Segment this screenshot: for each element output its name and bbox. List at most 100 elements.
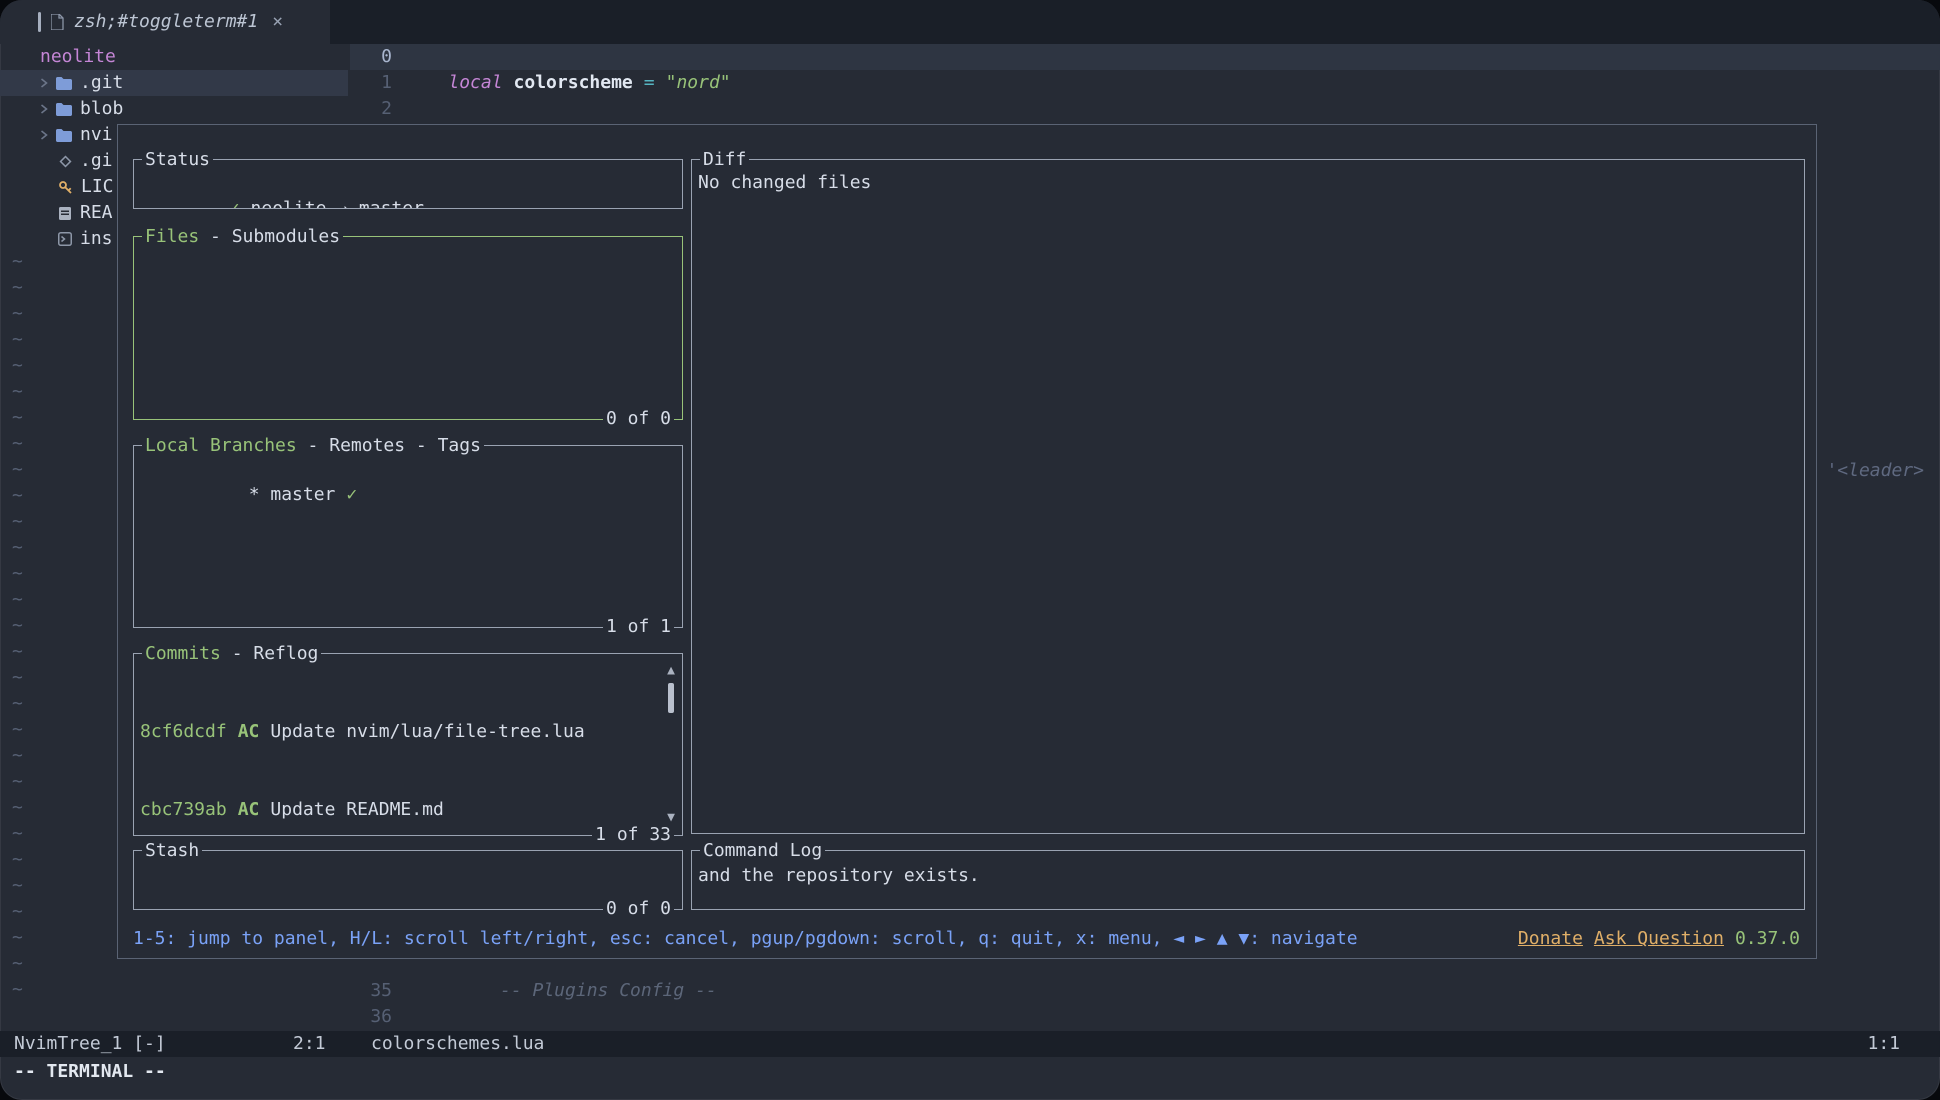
keybinding-help-bar: 1-5: jump to panel, H/L: scroll left/rig… (133, 926, 1800, 952)
version-label: 0.37.0 (1735, 926, 1800, 952)
commits-count: 1 of 33 (592, 822, 674, 848)
commit-hash: 8cf6dcdf (140, 719, 227, 745)
tilde: ~ (12, 483, 23, 509)
scrollbar-thumb[interactable] (668, 683, 674, 713)
sidebar-item-blob[interactable]: blob (0, 96, 123, 122)
sidebar-item-license[interactable]: LIC (0, 174, 114, 200)
folder-icon (56, 129, 72, 142)
check-icon: ✓ (229, 198, 240, 208)
chevron-right-icon (40, 130, 48, 140)
donate-link[interactable]: Donate (1518, 926, 1583, 952)
tilde: ~ (12, 613, 23, 639)
chevron-right-icon (40, 104, 48, 114)
tilde: ~ (12, 951, 23, 977)
command-log-content: and the repository exists. (692, 851, 1804, 909)
commits-panel[interactable]: Commits - Reflog 8cf6dcdfACUpdate nvim/l… (133, 653, 683, 836)
tilde: ~ (12, 587, 23, 613)
scrollbar[interactable]: ▲ ▼ (663, 658, 679, 831)
branches-panel[interactable]: Local Branches - Remotes - Tags * master… (133, 445, 683, 628)
tilde: ~ (12, 847, 23, 873)
tilde-column: ~~~~~~~~~~~~~~~~~~~~~~~~~~~~~ (12, 249, 23, 1003)
file-icon (51, 14, 64, 30)
tilde: ~ (12, 769, 23, 795)
sidebar-item-label: LIC (81, 174, 114, 200)
tilde: ~ (12, 925, 23, 951)
sidebar-item-readme[interactable]: REA (0, 200, 113, 226)
tilde: ~ (12, 249, 23, 275)
branch-row[interactable]: * master ✓ (249, 484, 358, 505)
neovim-window: zsh;#toggleterm#1 × neolite .git blob nv… (0, 0, 1940, 1100)
scroll-up-icon[interactable]: ▲ (663, 658, 679, 684)
mode-indicator: -- TERMINAL -- (14, 1059, 166, 1085)
tilde: ~ (12, 301, 23, 327)
tilde: ~ (12, 535, 23, 561)
terminal-tab[interactable]: zsh;#toggleterm#1 × (0, 0, 330, 44)
commit-row[interactable]: cbc739abACUpdate README.md (140, 797, 674, 823)
keyword: local (448, 72, 502, 93)
commit-author: AC (238, 797, 260, 823)
code-line-comment: -- Plugins Config -- (500, 978, 717, 1004)
sidebar-item-git[interactable]: .git (0, 70, 348, 96)
command-log-panel[interactable]: Command Log and the repository exists. (691, 850, 1805, 910)
submodules-tab[interactable]: - Submodules (199, 226, 340, 247)
tilde: ~ (12, 431, 23, 457)
statusline-window-name: NvimTree_1 [-] (14, 1031, 166, 1057)
line-number: 35 (348, 978, 392, 1004)
tilde: ~ (12, 977, 23, 1003)
diff-content: No changed files (692, 160, 1804, 833)
tilde: ~ (12, 353, 23, 379)
status-repo-branch: neolite → master (251, 198, 424, 208)
commit-row[interactable]: 8cf6dcdf AC Update nvim/lua/file-tree.lua (140, 719, 674, 745)
status-panel[interactable]: Status ✓neolite → master (133, 159, 683, 209)
tilde: ~ (12, 327, 23, 353)
leader-key-hint: '<leader> (1826, 458, 1924, 484)
tilde: ~ (12, 405, 23, 431)
branch-label: * master (249, 484, 336, 505)
tilde: ~ (12, 873, 23, 899)
diamond-icon (58, 154, 72, 168)
sidebar-item-label: ins (80, 226, 113, 252)
tilde: ~ (12, 561, 23, 587)
code-line: localcolorscheme="nord" (405, 44, 731, 70)
tab-title: zsh;#toggleterm#1 (74, 9, 258, 35)
sidebar-item-label: blob (80, 96, 123, 122)
files-panel[interactable]: Files - Submodules 0 of 0 (133, 236, 683, 420)
tabline: zsh;#toggleterm#1 × (0, 0, 1940, 44)
tilde: ~ (12, 821, 23, 847)
line-number: 0 (348, 44, 392, 70)
commit-message: Update nvim/lua/file-tree.lua (270, 719, 584, 745)
code-line: diagnostics={ (500, 1004, 706, 1030)
check-icon: ✓ (346, 484, 357, 505)
key-icon (58, 180, 73, 195)
tilde: ~ (12, 379, 23, 405)
tab-close-icon[interactable]: × (272, 9, 283, 35)
diff-panel[interactable]: Diff No changed files (691, 159, 1805, 834)
chevron-right-icon (40, 78, 48, 88)
operator: = (644, 72, 655, 93)
stash-panel[interactable]: Stash 0 of 0 (133, 850, 683, 910)
tilde: ~ (12, 275, 23, 301)
stash-count: 0 of 0 (603, 896, 674, 922)
tilde: ~ (12, 717, 23, 743)
sidebar-item-gitignore[interactable]: .gi (0, 148, 113, 174)
files-count: 0 of 0 (603, 406, 674, 432)
files-tab[interactable]: Files (145, 226, 199, 247)
tilde: ~ (12, 509, 23, 535)
string-literal: "nord" (666, 72, 731, 93)
commit-hash: cbc739ab (140, 797, 227, 823)
folder-icon (56, 77, 72, 90)
help-text: 1-5: jump to panel, H/L: scroll left/rig… (133, 926, 1358, 952)
book-icon (58, 206, 72, 221)
tilde: ~ (12, 899, 23, 925)
sidebar-item-nvim[interactable]: nvi (0, 122, 113, 148)
stash-panel-title: Stash (145, 840, 199, 861)
tilde: ~ (12, 743, 23, 769)
lazygit-float-window: Status ✓neolite → master Files - Submodu… (117, 124, 1817, 959)
statusline-cursor-pos-right: 1:1 (1867, 1031, 1900, 1057)
commit-author: AC (238, 719, 260, 745)
line-number: 2 (348, 96, 392, 122)
ask-question-link[interactable]: Ask Question (1594, 926, 1724, 952)
terminal-icon (58, 232, 72, 246)
branch-list: * master ✓ (134, 446, 682, 627)
status-content: ✓ neolite → master (134, 160, 682, 208)
